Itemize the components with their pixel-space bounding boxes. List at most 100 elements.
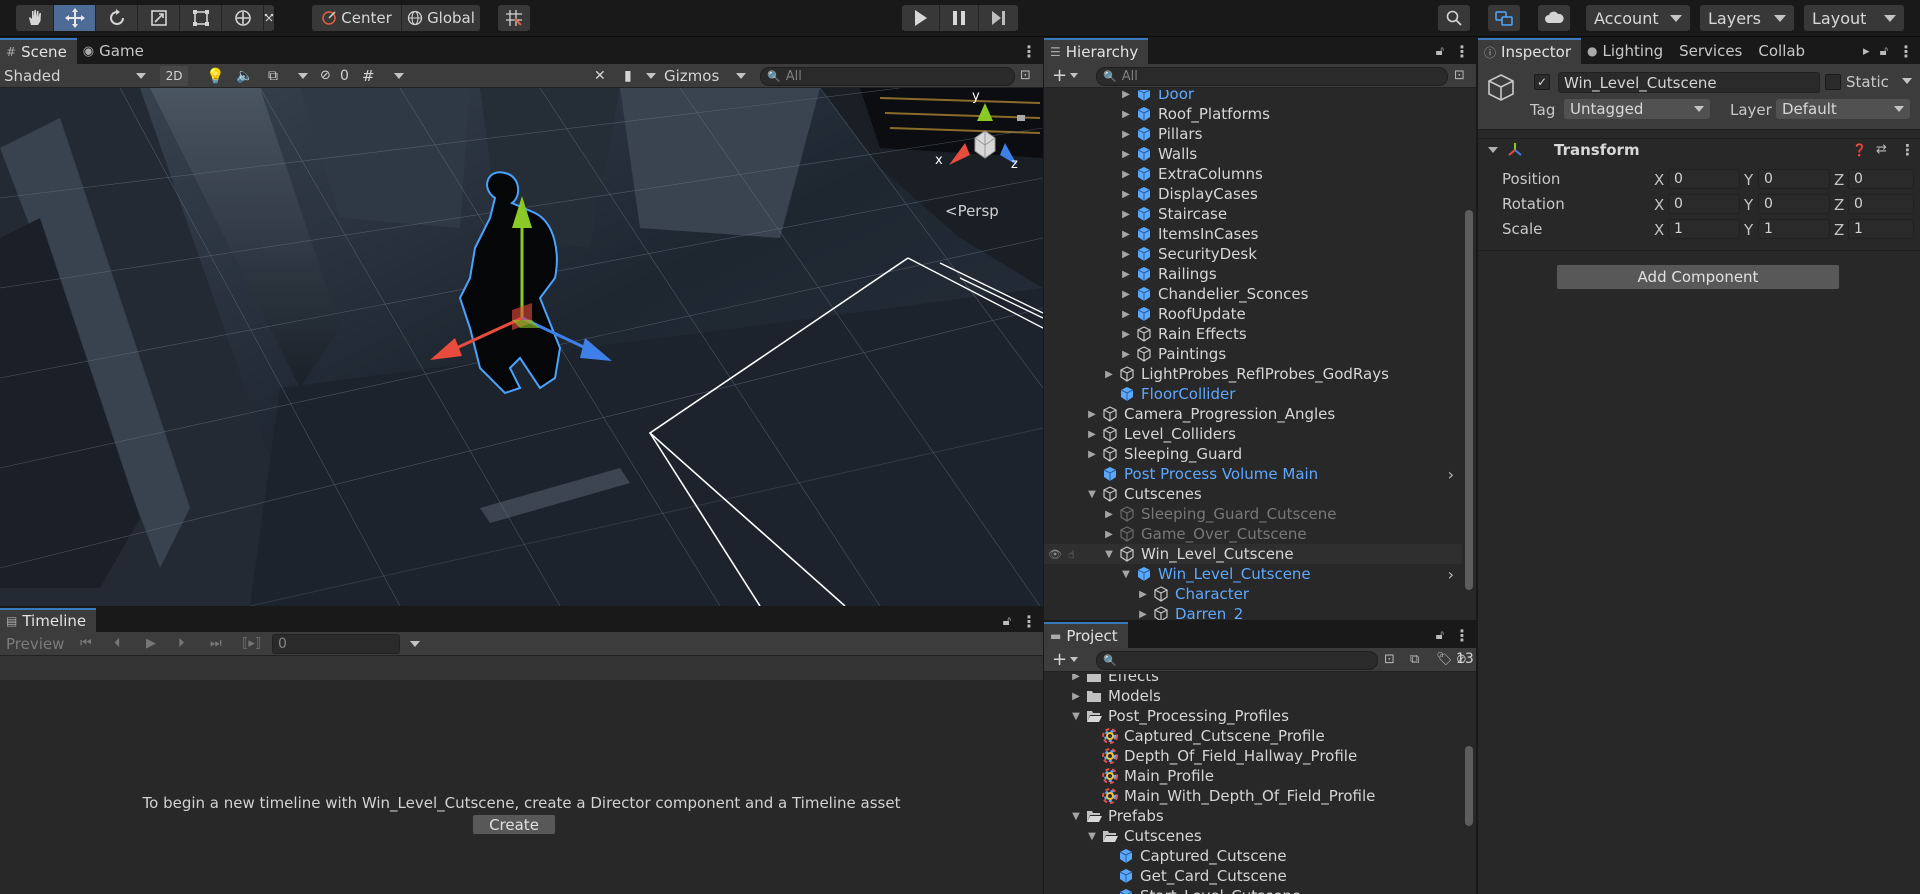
collapsed-arrow-icon[interactable]: ▶ [1086, 448, 1098, 460]
hand-tool-icon[interactable] [16, 5, 54, 31]
project-item[interactable]: ▼ Cutscenes [1044, 826, 1462, 846]
move-tool-icon[interactable] [54, 5, 96, 31]
hierarchy-item[interactable]: ▶ LightProbes_ReflProbes_GodRays [1044, 364, 1462, 384]
camera-icon[interactable]: ▮ [624, 68, 632, 84]
project-item[interactable]: ▼ Prefabs [1044, 806, 1462, 826]
project-item[interactable]: Depth_Of_Field_Hallway_Profile [1044, 746, 1462, 766]
chevron-down-icon[interactable] [410, 640, 420, 647]
frame-field[interactable]: 0 [272, 634, 400, 654]
more-menu-icon[interactable]: ⋮ [1021, 42, 1037, 61]
collapsed-arrow-icon[interactable]: ▶ [1086, 408, 1098, 420]
rotation-x-field[interactable]: 0 [1668, 194, 1740, 214]
hierarchy-item[interactable]: ▶ Paintings [1044, 344, 1462, 364]
hierarchy-item[interactable]: ▶ Door [1044, 90, 1462, 104]
position-y-field[interactable]: 0 [1758, 169, 1830, 189]
lock-icon[interactable]: 🔓︎ [1436, 44, 1444, 59]
camera-dropdown-icon[interactable] [646, 72, 656, 79]
collapsed-arrow-icon[interactable]: ▶ [1137, 588, 1149, 600]
object-name-field[interactable]: Win_Level_Cutscene [1558, 72, 1820, 93]
step-button[interactable] [979, 5, 1018, 31]
tab-overflow-icon[interactable]: ▸ [1863, 44, 1870, 59]
goto-end-icon[interactable]: ⏭ [210, 636, 222, 651]
hidden-objects-icon[interactable]: ⊘ [320, 68, 331, 83]
next-frame-icon[interactable]: ⏵ [178, 636, 185, 651]
collapsed-arrow-icon[interactable]: ▶ [1120, 288, 1132, 300]
filter-by-type-icon[interactable]: ⧉ [1410, 652, 1419, 667]
tab-lighting[interactable]: ● Lighting [1581, 38, 1673, 64]
collapsed-arrow-icon[interactable]: ▶ [1070, 690, 1082, 702]
hierarchy-search-input[interactable]: 🔍 All [1096, 67, 1448, 86]
pause-button[interactable] [940, 5, 979, 31]
hierarchy-item[interactable]: ▼ Win_Level_Cutscene › [1044, 564, 1462, 584]
hierarchy-item[interactable]: ▶ ItemsInCases [1044, 224, 1462, 244]
layout-dropdown[interactable]: Layout [1804, 5, 1904, 31]
open-prefab-icon[interactable]: › [1448, 465, 1454, 484]
collapsed-arrow-icon[interactable]: ▶ [1120, 268, 1132, 280]
lock-icon[interactable]: 🔓︎ [1003, 614, 1011, 629]
prev-frame-icon[interactable]: ⏴ [114, 636, 121, 651]
collapsed-arrow-icon[interactable]: ▶ [1120, 348, 1132, 360]
expanded-arrow-icon[interactable]: ▼ [1070, 710, 1082, 722]
hierarchy-item[interactable]: ▶ Camera_Progression_Angles [1044, 404, 1462, 424]
hierarchy-item[interactable]: ▶ Game_Over_Cutscene [1044, 524, 1462, 544]
hierarchy-item[interactable]: Post Process Volume Main › [1044, 464, 1462, 484]
scrollbar-thumb[interactable] [1465, 210, 1473, 590]
collapsed-arrow-icon[interactable]: ▶ [1120, 128, 1132, 140]
collapsed-arrow-icon[interactable]: ▶ [1103, 508, 1115, 520]
layers-dropdown[interactable]: Layers [1700, 5, 1794, 31]
2d-mode-toggle[interactable]: 2D [160, 65, 188, 86]
collapse-arrow-icon[interactable] [1488, 146, 1498, 153]
add-icon[interactable]: + [1052, 65, 1067, 86]
hierarchy-item[interactable]: ▶ Walls [1044, 144, 1462, 164]
account-dropdown[interactable]: Account [1586, 5, 1690, 31]
lock-icon[interactable]: 🔓︎ [1880, 44, 1888, 59]
collapsed-arrow-icon[interactable]: ▶ [1120, 328, 1132, 340]
tab-game[interactable]: ◉ Game [77, 38, 154, 64]
expanded-arrow-icon[interactable]: ▼ [1070, 810, 1082, 822]
hierarchy-item[interactable]: ▼ Cutscenes [1044, 484, 1462, 504]
hierarchy-item[interactable]: ▶ Roof_Platforms [1044, 104, 1462, 124]
rotate-tool-icon[interactable] [96, 5, 138, 31]
rotation-z-field[interactable]: 0 [1848, 194, 1914, 214]
audio-toggle-icon[interactable]: 🔈 [236, 68, 253, 84]
project-item[interactable]: Start_Level_Cutscene [1044, 886, 1462, 894]
project-item[interactable]: Captured_Cutscene [1044, 846, 1462, 866]
transform-all-tool-icon[interactable] [222, 5, 264, 31]
hierarchy-item[interactable]: FloorCollider [1044, 384, 1462, 404]
add-component-button[interactable]: Add Component [1556, 264, 1840, 290]
collapsed-arrow-icon[interactable]: ▶ [1120, 188, 1132, 200]
collapsed-arrow-icon[interactable]: ▶ [1120, 208, 1132, 220]
help-icon[interactable]: ❓ [1852, 143, 1867, 157]
expanded-arrow-icon[interactable]: ▼ [1103, 548, 1115, 560]
projection-label[interactable]: <Persp [945, 202, 999, 220]
project-item[interactable]: Main_With_Depth_Of_Field_Profile [1044, 786, 1462, 806]
project-scrollbar[interactable] [1462, 674, 1476, 894]
loop-icon[interactable]: ⟦▸⟧ [242, 636, 261, 651]
grid-snap-icon[interactable] [498, 5, 530, 31]
collapsed-arrow-icon[interactable]: ▶ [1120, 108, 1132, 120]
custom-tool-icon[interactable] [264, 5, 274, 31]
lighting-toggle-icon[interactable]: 💡 [206, 67, 225, 85]
effects-toggle-icon[interactable]: ⧉ [268, 68, 278, 84]
timeline-play-icon[interactable]: ▶ [146, 636, 156, 651]
project-item[interactable]: ▶ Effects [1044, 674, 1462, 686]
position-x-field[interactable]: 0 [1668, 169, 1740, 189]
hierarchy-item[interactable]: ▶ Staircase [1044, 204, 1462, 224]
more-menu-icon[interactable]: ⋮ [1454, 42, 1470, 61]
scale-x-field[interactable]: 1 [1668, 219, 1740, 239]
play-button[interactable] [902, 5, 940, 31]
preset-icon[interactable]: ⇄ [1876, 142, 1887, 157]
tab-services[interactable]: Services [1673, 38, 1752, 64]
effects-dropdown-icon[interactable] [298, 72, 308, 79]
more-menu-icon[interactable]: ⋮ [1898, 42, 1914, 61]
tag-dropdown[interactable]: Untagged [1564, 99, 1710, 119]
hierarchy-item[interactable]: ▶ RoofUpdate [1044, 304, 1462, 324]
pickable-icon[interactable]: ☝︎ [1068, 548, 1075, 561]
hierarchy-item[interactable]: ▶ Level_Colliders [1044, 424, 1462, 444]
tab-scene[interactable]: # Scene [0, 38, 77, 64]
tab-timeline[interactable]: ▤ Timeline [0, 608, 97, 632]
tab-hierarchy[interactable]: ☰ Hierarchy [1044, 38, 1149, 64]
hierarchy-item[interactable]: ▶ Sleeping_Guard [1044, 444, 1462, 464]
layer-dropdown[interactable]: Default [1776, 99, 1910, 119]
collapsed-arrow-icon[interactable]: ▶ [1103, 528, 1115, 540]
